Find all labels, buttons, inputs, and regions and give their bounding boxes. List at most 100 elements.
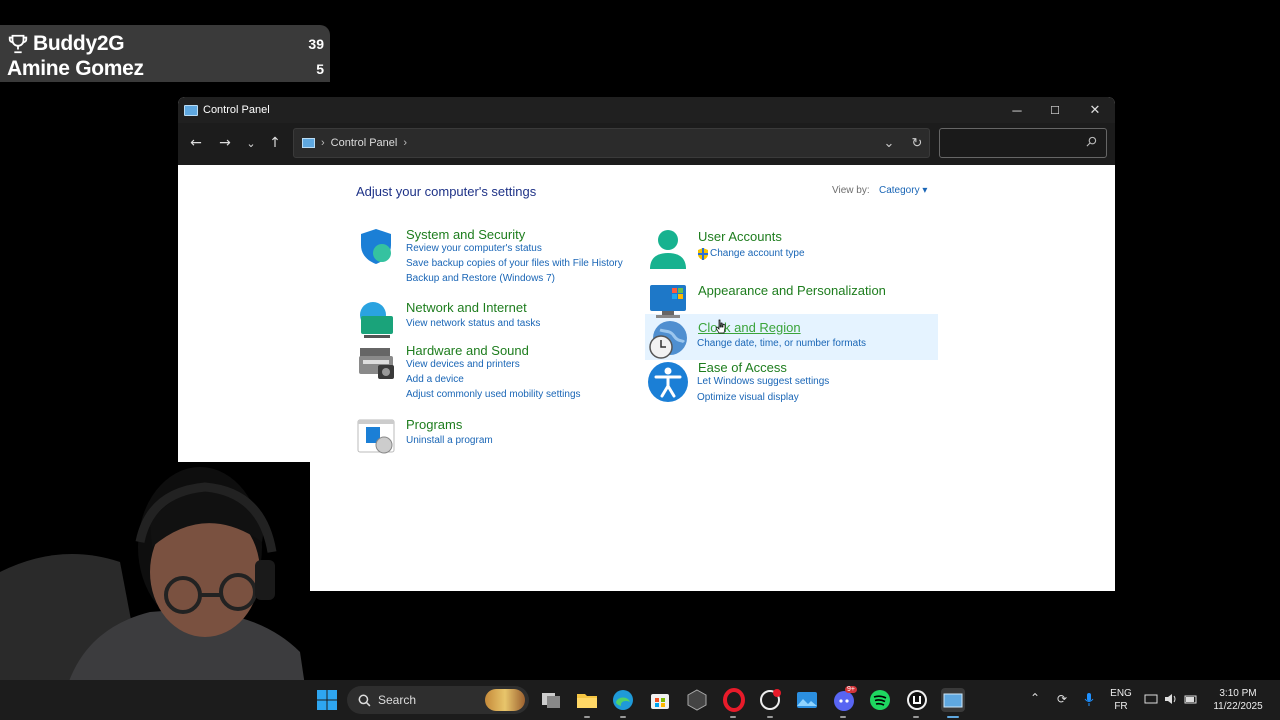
category-user-accounts: User Accounts Change account type: [648, 229, 928, 269]
file-explorer-icon[interactable]: [575, 688, 599, 712]
mouse-cursor: [716, 319, 726, 334]
volume-icon[interactable]: [1164, 692, 1178, 706]
category-link[interactable]: Backup and Restore (Windows 7): [406, 273, 555, 284]
clock[interactable]: 3:10 PM 11/22/2025: [1208, 687, 1268, 713]
time: 3:10 PM: [1219, 688, 1257, 699]
category-link[interactable]: Adjust commonly used mobility settings: [406, 389, 581, 400]
search-input[interactable]: [939, 128, 1107, 158]
category-title[interactable]: Programs: [406, 417, 462, 432]
category-title[interactable]: Network and Internet: [406, 300, 527, 315]
control-panel-window: Control Panel ─ ☐ ✕ ← → ⌄ ↑ › Control Pa…: [178, 97, 1115, 591]
minimize-button[interactable]: ─: [998, 97, 1036, 123]
control-panel-taskbar-icon[interactable]: [941, 688, 965, 712]
uac-shield-icon: [698, 248, 708, 260]
title-bar[interactable]: Control Panel ─ ☐ ✕: [178, 97, 1115, 123]
category-title[interactable]: Ease of Access: [698, 360, 787, 375]
network-icon: [360, 302, 393, 338]
search-highlight-image: [485, 689, 525, 711]
category-link[interactable]: Review your computer's status: [406, 243, 542, 254]
category-title[interactable]: Hardware and Sound: [406, 343, 529, 358]
category-link[interactable]: Change account type: [710, 248, 805, 259]
breadcrumb-separator[interactable]: ›: [403, 137, 407, 149]
running-indicator: [840, 716, 846, 718]
leaderboard-score: 5: [316, 61, 324, 77]
control-panel-icon: [184, 104, 198, 116]
leaderboard-name: Amine Gomez: [7, 57, 144, 80]
back-button[interactable]: ←: [184, 131, 208, 155]
accessibility-icon: [648, 362, 688, 402]
user-icon: [650, 230, 686, 269]
app-cube-icon[interactable]: [685, 688, 709, 712]
running-indicator: [584, 716, 590, 718]
forward-button[interactable]: →: [213, 131, 237, 155]
photos-icon[interactable]: [795, 688, 819, 712]
sync-icon[interactable]: ⟳: [1055, 692, 1069, 706]
address-bar[interactable]: › Control Panel › ⌄ ↻: [293, 128, 930, 158]
leaderboard-name: Buddy2G: [33, 32, 125, 55]
taskbar-search-label: Search: [378, 693, 417, 707]
maximize-button[interactable]: ☐: [1036, 97, 1074, 123]
recent-locations-button[interactable]: ⌄: [239, 131, 263, 155]
category-title[interactable]: System and Security: [406, 227, 525, 242]
language-indicator[interactable]: ENG FR: [1108, 687, 1134, 713]
category-ease-of-access: Ease of Access Let Windows suggest setti…: [648, 360, 928, 404]
microphone-icon[interactable]: [1082, 692, 1096, 706]
category-link[interactable]: Add a device: [406, 374, 464, 385]
category-appearance: Appearance and Personalization: [648, 281, 928, 318]
running-indicator: [913, 716, 919, 718]
running-indicator: [620, 716, 626, 718]
taskbar-search[interactable]: Search: [347, 686, 529, 714]
category-link[interactable]: Save backup copies of your files with Fi…: [406, 258, 623, 269]
chatgpt-icon[interactable]: [758, 688, 782, 712]
language-bottom: FR: [1114, 701, 1128, 712]
printer-icon: [359, 348, 394, 379]
leaderboard-overlay: Buddy2G 39 Amine Gomez 5: [0, 25, 330, 82]
category-title[interactable]: Clock and Region: [698, 320, 801, 335]
tray-overflow-chevron[interactable]: ⌃: [1028, 691, 1042, 705]
category-title[interactable]: Appearance and Personalization: [698, 283, 886, 298]
category-programs: Programs Uninstall a program: [356, 417, 636, 454]
refresh-button[interactable]: ↻: [909, 135, 925, 151]
category-link[interactable]: View devices and printers: [406, 359, 520, 370]
unreal-engine-icon[interactable]: [905, 688, 929, 712]
address-dropdown-button[interactable]: ⌄: [881, 135, 897, 151]
spotify-icon[interactable]: [868, 688, 892, 712]
battery-icon[interactable]: [1184, 692, 1198, 706]
category-clock-region: Clock and Region Change date, time, or n…: [648, 320, 928, 360]
programs-icon: [357, 419, 395, 454]
appearance-icon: [650, 285, 686, 318]
opera-icon[interactable]: [722, 688, 746, 712]
language-top: ENG: [1110, 688, 1132, 699]
running-indicator: [767, 716, 773, 718]
task-view-icon[interactable]: [539, 688, 563, 712]
category-link[interactable]: View network status and tasks: [406, 318, 540, 329]
category-link[interactable]: Change date, time, or number formats: [697, 338, 866, 349]
leaderboard-row: Buddy2G 39: [7, 31, 324, 57]
category-link[interactable]: Optimize visual display: [697, 392, 799, 403]
breadcrumb-separator: ›: [321, 137, 325, 149]
up-button[interactable]: ↑: [263, 131, 287, 155]
store-icon[interactable]: [648, 688, 672, 712]
control-panel-icon: [302, 138, 315, 148]
view-by-dropdown[interactable]: Category ▾: [879, 185, 927, 196]
breadcrumb-control-panel[interactable]: Control Panel: [331, 137, 398, 149]
category-title[interactable]: User Accounts: [698, 229, 782, 244]
page-title: Adjust your computer's settings: [356, 184, 537, 199]
category-hardware-sound: Hardware and Sound View devices and prin…: [356, 343, 636, 405]
close-button[interactable]: ✕: [1076, 97, 1114, 123]
search-icon: [1086, 136, 1097, 147]
search-icon: [358, 694, 371, 706]
category-link[interactable]: Uninstall a program: [406, 435, 493, 446]
category-link[interactable]: Let Windows suggest settings: [697, 376, 829, 387]
network-icon[interactable]: [1144, 692, 1158, 706]
category-system-security: System and Security Review your computer…: [356, 227, 636, 291]
edge-icon[interactable]: [611, 688, 635, 712]
date: 11/22/2025: [1213, 701, 1263, 712]
running-indicator: [947, 716, 959, 718]
window-title: Control Panel: [203, 104, 270, 116]
clock-globe-icon: [649, 321, 687, 359]
leaderboard-row: Amine Gomez 5: [7, 57, 324, 81]
running-indicator: [730, 716, 736, 718]
windows-start-icon[interactable]: [315, 688, 339, 712]
trophy-icon: [8, 34, 28, 54]
